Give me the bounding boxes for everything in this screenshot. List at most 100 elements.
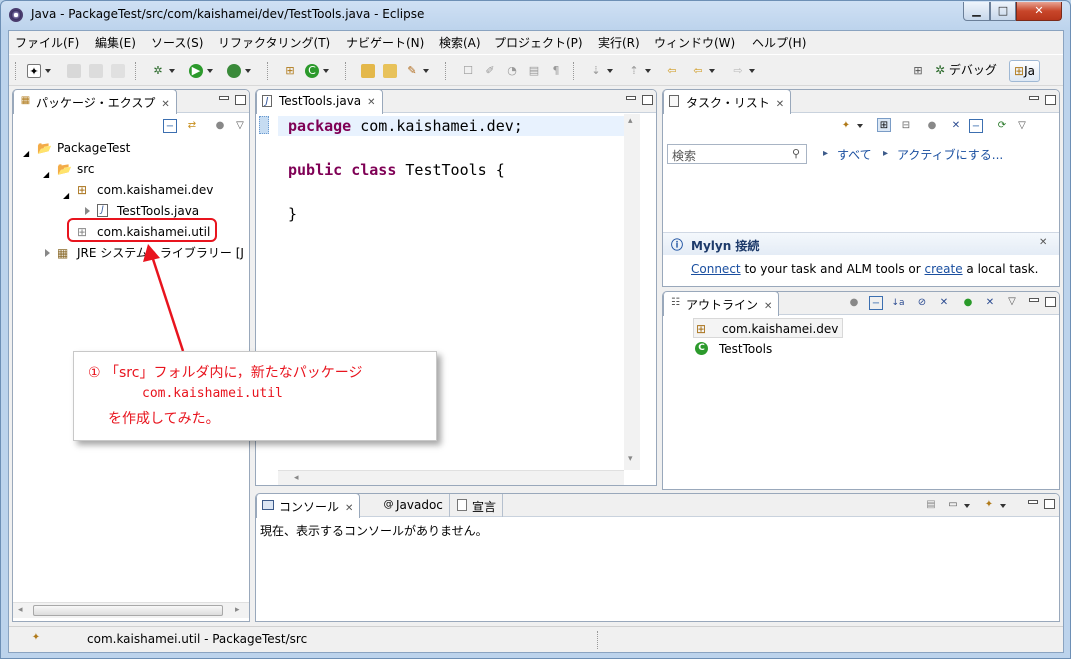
close-tab-icon[interactable]: ✕ — [345, 503, 353, 514]
maximize-view-icon[interactable] — [1044, 499, 1055, 509]
search-icon[interactable]: ⚲ — [792, 147, 800, 160]
tab-package-explorer[interactable]: ▦ パッケージ・エクスプ ✕ — [13, 90, 177, 114]
outline-item-package[interactable]: ⊞ com.kaishamei.dev — [693, 318, 844, 338]
editor-vscroll[interactable]: ▴ ▾ — [624, 114, 640, 470]
last-edit-icon[interactable]: ⇦ — [665, 64, 679, 78]
new-dropdown-icon[interactable] — [45, 69, 51, 73]
code-line-1[interactable]: package com.kaishamei.dev; — [288, 117, 523, 135]
menu-file[interactable]: ファイル(F) — [15, 34, 79, 51]
link-editor-icon[interactable]: ⇄ — [185, 119, 199, 133]
perspective-java[interactable]: ⊞Ja — [1009, 60, 1040, 82]
expanded-arrow-icon[interactable]: ◢ — [23, 144, 29, 164]
run-icon[interactable]: ▶ — [189, 64, 203, 78]
maximize-view-icon[interactable] — [1045, 95, 1056, 105]
close-tab-icon[interactable]: ✕ — [764, 301, 772, 312]
new-class-icon[interactable]: C — [305, 64, 319, 78]
hide-local-types-icon[interactable]: ✕ — [983, 296, 997, 310]
scroll-left-icon[interactable]: ◂ — [294, 473, 299, 483]
minimize-view-icon[interactable] — [626, 96, 636, 100]
external-tools-dropdown-icon[interactable] — [245, 69, 251, 73]
hide-completed-icon[interactable]: ✕ — [949, 119, 963, 133]
tab-task-list[interactable]: タスク・リスト ✕ — [663, 90, 792, 114]
sync-icon[interactable]: ⟳ — [995, 119, 1009, 133]
tab-javadoc[interactable]: @ Javadoc — [378, 494, 450, 517]
new-item-icon[interactable]: ✦ — [29, 631, 43, 645]
next-annotation-dropdown-icon[interactable] — [607, 69, 613, 73]
sort-icon[interactable]: ↓a — [891, 296, 905, 310]
scheduled-icon[interactable]: ⊟ — [899, 119, 913, 133]
create-link[interactable]: create — [925, 262, 963, 276]
previous-annotation-dropdown-icon[interactable] — [645, 69, 651, 73]
collapsed-arrow-icon[interactable] — [85, 207, 90, 215]
open-type-icon[interactable] — [361, 64, 375, 78]
mark-icon[interactable]: ✐ — [483, 64, 497, 78]
focus-task-icon[interactable]: ● — [213, 119, 227, 133]
view-menu-icon[interactable]: ▽ — [1015, 119, 1029, 133]
focus-icon[interactable]: ● — [847, 296, 861, 310]
code-line-5[interactable]: } — [288, 205, 297, 223]
print-icon[interactable] — [111, 64, 125, 78]
open-console-icon[interactable]: ✦ — [982, 498, 996, 512]
scroll-up-icon[interactable]: ▴ — [628, 116, 633, 126]
search-dropdown-icon[interactable] — [423, 69, 429, 73]
menu-search[interactable]: 検索(A) — [439, 34, 481, 51]
occurrence-icon[interactable]: ◔ — [505, 64, 519, 78]
tree-item-jre-library[interactable]: ▦ JRE システム・ライブラリー [J — [43, 243, 249, 263]
scroll-left-icon[interactable]: ◂ — [18, 605, 23, 615]
minimize-view-icon[interactable] — [1029, 298, 1039, 302]
minimize-view-icon[interactable] — [1029, 96, 1039, 100]
display-console-icon[interactable]: ▭ — [946, 498, 960, 512]
maximize-button[interactable]: □ — [990, 2, 1016, 21]
collapsed-arrow-icon[interactable] — [45, 249, 50, 257]
close-button[interactable]: ✕ — [1016, 2, 1062, 21]
paragraph-icon[interactable]: ¶ — [549, 64, 563, 78]
save-icon[interactable] — [67, 64, 81, 78]
activate-link[interactable]: アクティブにする... — [897, 146, 1003, 163]
title-bar[interactable]: Java - PackageTest/src/com/kaishamei/dev… — [1, 1, 1070, 29]
menu-project[interactable]: プロジェクト(P) — [494, 34, 583, 51]
code-line-3[interactable]: public class TestTools { — [288, 161, 505, 179]
view-menu-icon[interactable]: ▽ — [1005, 295, 1019, 309]
open-console-dropdown-icon[interactable] — [1000, 504, 1006, 508]
back-dropdown-icon[interactable] — [709, 69, 715, 73]
tab-declaration[interactable]: 宣言 — [454, 494, 504, 517]
annotation-icon[interactable]: ☐ — [461, 64, 475, 78]
scroll-down-icon[interactable]: ▾ — [628, 454, 633, 464]
back-icon[interactable]: ⇦ — [691, 64, 705, 78]
pin-console-icon[interactable]: ▤ — [924, 498, 938, 512]
editor-hscroll[interactable]: ◂ — [278, 470, 624, 485]
maximize-view-icon[interactable] — [235, 95, 246, 105]
previous-annotation-icon[interactable]: ⇡ — [627, 64, 641, 78]
minimize-button[interactable]: ▁ — [963, 2, 990, 21]
expanded-arrow-icon[interactable]: ◢ — [63, 186, 69, 206]
package-explorer-hscroll[interactable]: ◂ ▸ — [13, 602, 249, 618]
close-icon[interactable]: ✕ — [1039, 237, 1047, 248]
debug-dropdown-icon[interactable] — [169, 69, 175, 73]
maximize-view-icon[interactable] — [642, 95, 653, 105]
scroll-thumb[interactable] — [33, 605, 223, 616]
expanded-arrow-icon[interactable]: ◢ — [43, 165, 49, 185]
forward-icon[interactable]: ⇨ — [731, 64, 745, 78]
block-icon[interactable]: ▤ — [527, 64, 541, 78]
save-all-icon[interactable] — [89, 64, 103, 78]
scroll-right-icon[interactable]: ▸ — [235, 605, 240, 615]
open-folder-icon[interactable] — [383, 64, 397, 78]
hide-non-public-icon[interactable]: ● — [961, 296, 975, 310]
view-menu-icon[interactable]: ▽ — [233, 119, 247, 133]
menu-refactor[interactable]: リファクタリング(T) — [218, 34, 330, 51]
hide-fields-icon[interactable]: ⊘ — [915, 296, 929, 310]
close-tab-icon[interactable]: ✕ — [776, 99, 784, 110]
new-icon[interactable]: ✦ — [27, 64, 41, 78]
open-perspective-icon[interactable]: ⊞ — [911, 64, 925, 78]
minimize-view-icon[interactable] — [219, 96, 229, 100]
menu-edit[interactable]: 編集(E) — [95, 34, 136, 51]
tab-testtools-java[interactable]: J TestTools.java ✕ — [256, 90, 383, 114]
new-task-dropdown-icon[interactable] — [857, 124, 863, 128]
tab-console[interactable]: コンソール ✕ — [256, 494, 361, 518]
menu-run[interactable]: 実行(R) — [598, 34, 640, 51]
menu-help[interactable]: ヘルプ(H) — [752, 34, 806, 51]
debug-icon[interactable]: ✲ — [151, 64, 165, 78]
new-package-icon[interactable]: ⊞ — [283, 64, 297, 78]
menu-source[interactable]: ソース(S) — [151, 34, 203, 51]
collapse-all-icon[interactable]: − — [163, 119, 177, 133]
